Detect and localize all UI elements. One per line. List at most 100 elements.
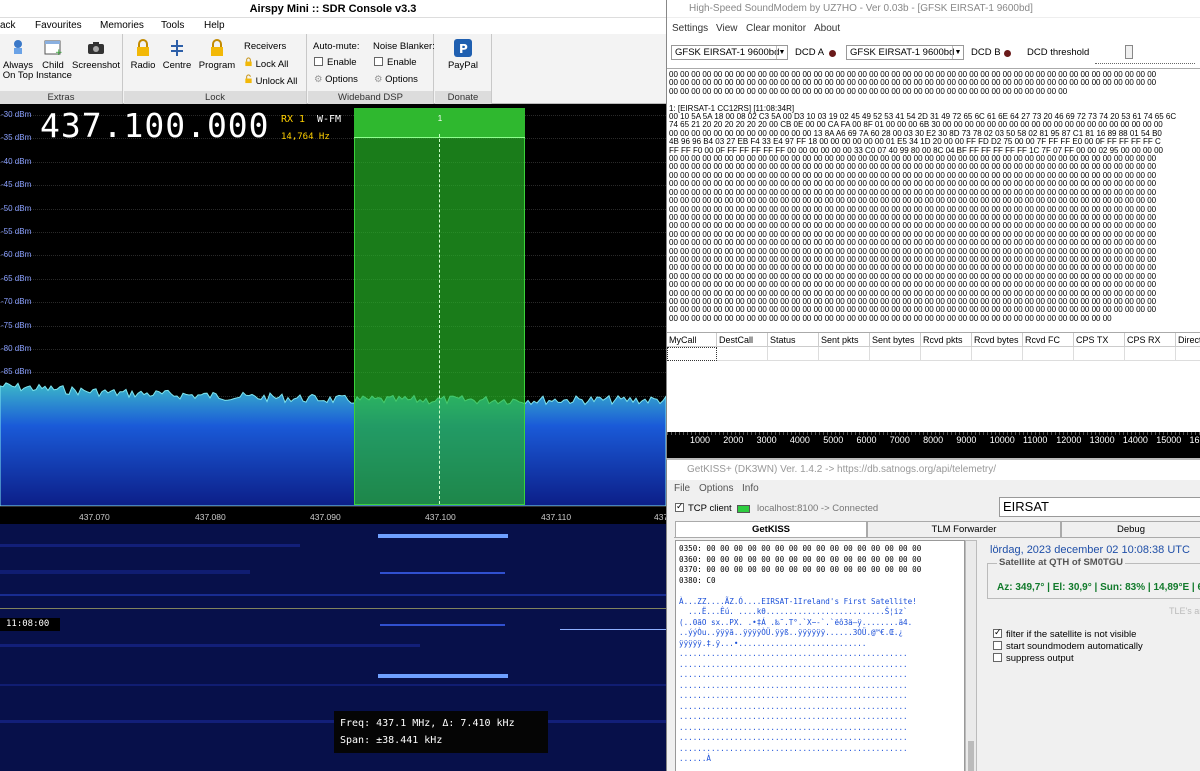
table-cell[interactable] bbox=[972, 347, 1023, 361]
table-column-header[interactable]: CPS TX bbox=[1074, 333, 1125, 347]
scale-tick: 6000 bbox=[856, 435, 877, 445]
terminal-line: ........................................… bbox=[679, 712, 908, 721]
always-on-top-button[interactable]: Always On Top bbox=[2, 38, 34, 81]
table-column-header[interactable]: Directi bbox=[1176, 333, 1200, 347]
menu-favourites[interactable]: Favourites bbox=[35, 20, 82, 31]
terminal-line: (..0ãO sx..PX. .•‡Á .‰˜.T°.`X−-`.`ëô3ä—ÿ… bbox=[679, 617, 913, 627]
menu-options[interactable]: Options bbox=[699, 483, 733, 494]
modem-a-select[interactable]: GFSK EIRSAT-1 9600bd ▼ bbox=[671, 45, 788, 60]
automute-enable-checkbox[interactable]: Enable bbox=[314, 57, 357, 68]
table-column-header[interactable]: Sent pkts bbox=[819, 333, 870, 347]
program-lock-button[interactable]: Program bbox=[198, 38, 236, 71]
menu-clear-monitor[interactable]: Clear monitor bbox=[746, 23, 806, 34]
screenshot-button[interactable]: Screenshot bbox=[72, 38, 120, 71]
menu-memories[interactable]: Memories bbox=[100, 20, 144, 31]
automute-label: Auto-mute: bbox=[313, 41, 360, 52]
frequency-display[interactable]: 437.100.000 bbox=[40, 106, 270, 145]
suppress-output-checkbox[interactable]: suppress output bbox=[993, 653, 1074, 664]
table-cell[interactable] bbox=[870, 347, 921, 361]
modem-b-select[interactable]: GFSK EIRSAT-1 9600bd ▼ bbox=[846, 45, 964, 60]
terminal-line: 0370: 00 00 00 00 00 00 00 00 00 00 00 0… bbox=[679, 565, 922, 574]
scrollbar-thumb[interactable] bbox=[968, 741, 974, 771]
terminal-line: ........................................… bbox=[679, 670, 908, 679]
table-cell[interactable] bbox=[819, 347, 870, 361]
terminal-scrollbar[interactable] bbox=[965, 540, 977, 771]
table-column-header[interactable]: MyCall bbox=[667, 333, 717, 347]
child-instance-label: Child Instance bbox=[36, 60, 72, 81]
svg-text:P: P bbox=[459, 42, 468, 56]
monitor-output[interactable]: 00 00 00 00 00 00 00 00 00 00 00 00 00 0… bbox=[667, 68, 1200, 332]
child-instance-button[interactable]: + Child Instance bbox=[36, 38, 72, 81]
tab-getkiss[interactable]: GetKISS bbox=[675, 521, 867, 537]
menu-about[interactable]: About bbox=[814, 23, 840, 34]
nb-options-label: Options bbox=[385, 74, 418, 85]
menu-info[interactable]: Info bbox=[742, 483, 759, 494]
mode-label[interactable]: W-FM bbox=[317, 114, 341, 125]
getkiss-title: GetKISS+ (DK3WN) Ver. 1.4.2 -> https://d… bbox=[667, 460, 1200, 480]
soundmodem-title: High-Speed SoundModem by UZ7HO - Ver 0.0… bbox=[667, 0, 1200, 18]
waterfall-texture bbox=[0, 524, 666, 771]
always-on-top-label: Always On Top bbox=[2, 60, 34, 81]
unlock-all-button[interactable]: Unlock All bbox=[244, 74, 297, 87]
menu-file[interactable]: File bbox=[674, 483, 690, 494]
table-column-header[interactable]: Sent bytes bbox=[870, 333, 921, 347]
terminal-line: ........................................… bbox=[679, 680, 908, 690]
terminal-line: ...Ë...Êú. ....kθ.......................… bbox=[679, 607, 908, 616]
table-cell[interactable] bbox=[667, 347, 717, 361]
tcp-client-checkbox[interactable]: TCP client bbox=[675, 501, 732, 514]
table-column-header[interactable]: Status bbox=[768, 333, 819, 347]
padlock-icon bbox=[137, 39, 149, 56]
ribbon-group-donate: P PayPal Donate bbox=[435, 34, 492, 104]
noise-blanker-options-button[interactable]: ⚙ Options bbox=[374, 74, 418, 85]
waterfall-display[interactable] bbox=[0, 524, 666, 771]
tab-tlm-forwarder[interactable]: TLM Forwarder bbox=[867, 521, 1061, 537]
modem-controls: GFSK EIRSAT-1 9600bd ▼ DCD A GFSK EIRSAT-… bbox=[667, 40, 1200, 68]
menu-tools[interactable]: Tools bbox=[161, 20, 184, 31]
satellite-name-field[interactable]: EIRSAT bbox=[999, 497, 1200, 517]
automute-options-button[interactable]: ⚙ Options bbox=[314, 74, 358, 85]
table-cell[interactable] bbox=[1176, 347, 1200, 361]
centre-lock-button[interactable]: Centre bbox=[160, 38, 194, 71]
table-cell[interactable] bbox=[921, 347, 972, 361]
lock-all-button[interactable]: Lock All bbox=[244, 57, 288, 70]
table-cell[interactable] bbox=[1125, 347, 1176, 361]
chevron-down-icon: ▼ bbox=[952, 46, 963, 59]
table-column-header[interactable]: DestCall bbox=[717, 333, 768, 347]
utc-datetime: lördag, 2023 december 02 10:08:38 UTC bbox=[990, 544, 1190, 556]
start-soundmodem-checkbox[interactable]: start soundmodem automatically bbox=[993, 641, 1143, 652]
paypal-button[interactable]: P PayPal bbox=[445, 38, 481, 71]
noise-blanker-enable-checkbox[interactable]: Enable bbox=[374, 57, 417, 68]
menu-track[interactable]: ack bbox=[0, 20, 16, 31]
table-cell[interactable] bbox=[1023, 347, 1074, 361]
spectrum-trace bbox=[0, 382, 666, 506]
ribbon-group-label: Donate bbox=[435, 91, 491, 104]
tab-debug[interactable]: Debug bbox=[1061, 521, 1200, 537]
kiss-terminal[interactable]: 0350: 00 00 00 00 00 00 00 00 00 00 00 0… bbox=[675, 540, 965, 771]
waterfall-timestamp: 11:08:00 bbox=[0, 618, 60, 631]
menu-help[interactable]: Help bbox=[204, 20, 225, 31]
freq-tick: 437.080 bbox=[195, 512, 226, 522]
terminal-line: ........................................… bbox=[679, 722, 908, 732]
table-column-header[interactable]: Rcvd bytes bbox=[972, 333, 1023, 347]
menu-view[interactable]: View bbox=[716, 23, 738, 34]
filter-visible-checkbox[interactable]: filter if the satellite is not visible bbox=[993, 627, 1136, 640]
cursor-readout: Freq: 437.1 MHz, Δ: 7.410 kHz Span: ±38.… bbox=[334, 711, 548, 753]
table-column-header[interactable]: Rcvd FC bbox=[1023, 333, 1074, 347]
terminal-line: ÿÿÿÿÿ.‡.ÿ...•...........................… bbox=[679, 638, 867, 648]
table-column-header[interactable]: CPS RX bbox=[1125, 333, 1176, 347]
terminal-line: 0360: 00 00 00 00 00 00 00 00 00 00 00 0… bbox=[679, 554, 922, 564]
table-cell[interactable] bbox=[717, 347, 768, 361]
checkbox-box bbox=[993, 653, 1002, 662]
spectrum-display[interactable]: -30 dBm -35 dBm -40 dBm -45 dBm -50 dBm -55 d… bbox=[0, 104, 666, 506]
dcd-threshold-slider[interactable] bbox=[1095, 44, 1195, 64]
unlocked-padlock-icon bbox=[245, 74, 252, 84]
readout-frequency: Freq: 437.1 MHz, Δ: 7.410 kHz bbox=[340, 718, 515, 729]
freq-tick: 437.100 bbox=[425, 512, 456, 522]
table-cell[interactable] bbox=[768, 347, 819, 361]
menu-settings[interactable]: Settings bbox=[672, 23, 708, 34]
radio-lock-button[interactable]: Radio bbox=[128, 38, 158, 71]
table-cell[interactable] bbox=[1074, 347, 1125, 361]
slider-knob[interactable] bbox=[1125, 45, 1133, 59]
table-column-header[interactable]: Rcvd pkts bbox=[921, 333, 972, 347]
